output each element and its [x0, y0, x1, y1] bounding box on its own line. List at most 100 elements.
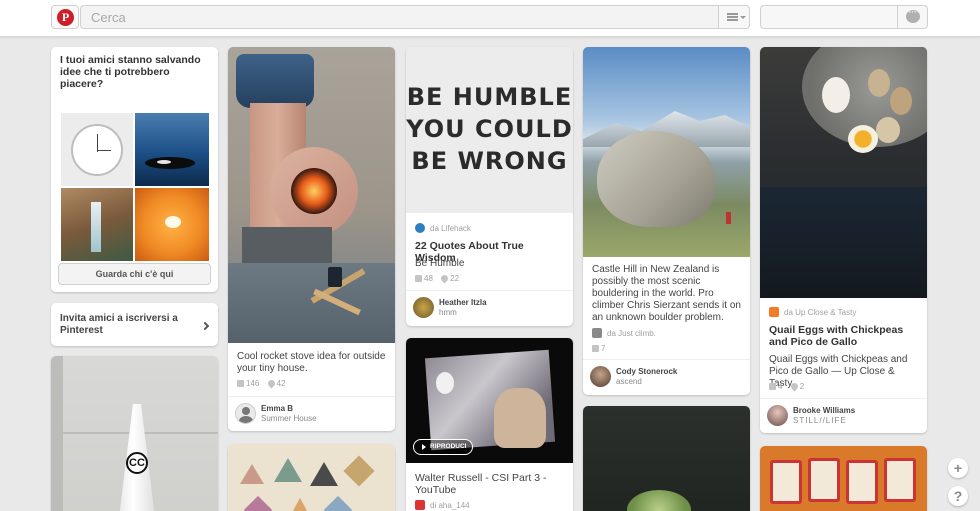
pin-description: Be Humble	[415, 258, 465, 269]
pin-image[interactable]	[583, 47, 750, 257]
pin-image[interactable]	[760, 47, 927, 298]
poster-line: BE HUMBLE	[406, 83, 573, 111]
see-who-button[interactable]: Guarda chi c'è qui	[58, 263, 211, 285]
plus-icon: +	[953, 460, 963, 476]
play-button[interactable]: RIPRODUCI	[413, 439, 473, 455]
pin-rocket-stove[interactable]: Cool rocket stove idea for outside your …	[228, 47, 395, 431]
pin-stats: 4 2	[769, 381, 805, 392]
avatar[interactable]	[413, 297, 434, 318]
avatar[interactable]	[767, 405, 788, 426]
friends-suggestion-card: I tuoi amici stanno salvando idee che ti…	[51, 47, 218, 292]
pin-playing-cards[interactable]	[760, 446, 927, 511]
heart-icon	[789, 381, 800, 392]
repin-count: 48	[424, 274, 433, 283]
pin-image[interactable]	[760, 446, 927, 511]
search-input[interactable]	[91, 6, 711, 28]
friends-suggestion-title: I tuoi amici stanno salvando idee che ti…	[60, 54, 201, 90]
pin-source[interactable]: da Up Close & Tasty	[769, 307, 856, 317]
pinterest-logo-icon: P	[57, 9, 74, 26]
pin-chanel-cone[interactable]: CC	[51, 356, 218, 511]
invite-friends-text: Invita amici a iscriversi a Pinterest	[60, 313, 178, 336]
pin-geometric-chart[interactable]	[228, 444, 395, 511]
pin-image[interactable]: BE HUMBLE YOU COULD BE WRONG	[406, 47, 573, 213]
repin-icon	[415, 275, 422, 282]
source-label: da Just climb.	[607, 329, 656, 338]
poster-line: YOU COULD	[406, 115, 573, 143]
pin-image[interactable]	[228, 47, 395, 343]
search-bar	[80, 5, 750, 29]
pinner-name[interactable]: Emma B	[261, 404, 293, 413]
pin-image[interactable]	[583, 406, 750, 511]
source-thumbnail-icon	[592, 328, 602, 338]
board-name[interactable]: STILL//LIFE	[793, 416, 847, 425]
divider	[228, 396, 395, 397]
pinner-name[interactable]: Heather Itzla	[439, 298, 487, 307]
poster-text: BE HUMBLE YOU COULD BE WRONG	[406, 81, 573, 177]
pin-stats: 146 42	[237, 378, 286, 389]
repin-count: 4	[778, 382, 783, 391]
board-name[interactable]: ascend	[616, 377, 642, 386]
youtube-icon	[415, 500, 425, 510]
food-thumbnail	[135, 188, 209, 261]
pin-source[interactable]: da Lifehack	[415, 223, 471, 233]
source-label: da Up Close & Tasty	[784, 308, 857, 317]
pin-salad[interactable]	[583, 406, 750, 511]
pin-video[interactable]: RIPRODUCI Walter Russell - CSI Part 3 - …	[406, 338, 573, 511]
source-label: da Lifehack	[430, 224, 471, 233]
top-header: P	[0, 0, 980, 37]
invite-friends-card[interactable]: Invita amici a iscriversi a Pinterest	[51, 303, 218, 346]
category-menu-button[interactable]	[718, 6, 749, 28]
pin-stats: 7	[592, 344, 605, 353]
waterfall-thumbnail	[61, 188, 133, 261]
menu-icon	[727, 13, 738, 21]
chevron-right-icon	[200, 321, 210, 331]
avatar[interactable]	[590, 366, 611, 387]
repin-icon	[769, 383, 776, 390]
chevron-down-icon	[740, 16, 746, 19]
pin-title[interactable]: Quail Eggs with Chickpeas and Pico de Ga…	[769, 324, 918, 348]
pin-source[interactable]: di aha_144	[415, 500, 470, 510]
pin-stats: 48 22	[415, 273, 460, 284]
pin-image[interactable]	[228, 444, 395, 511]
chanel-logo-icon: CC	[126, 452, 148, 474]
pin-castle-hill[interactable]: Castle Hill in New Zealand is possibly t…	[583, 47, 750, 395]
up-close-tasty-icon	[769, 307, 779, 317]
board-name[interactable]: hmm	[439, 308, 457, 317]
play-label: RIPRODUCI	[430, 443, 467, 450]
like-count: 42	[276, 379, 286, 388]
divider	[583, 359, 750, 360]
speech-bubble-icon	[906, 6, 920, 23]
pinner-name[interactable]: Brooke Williams	[793, 406, 855, 415]
source-label: di aha_144	[430, 501, 470, 510]
pinner-name[interactable]: Cody Stonerock	[616, 367, 677, 376]
pin-be-humble[interactable]: BE HUMBLE YOU COULD BE WRONG da Lifehack…	[406, 47, 573, 326]
orca-thumbnail	[135, 113, 209, 186]
friends-image-grid[interactable]	[61, 113, 209, 261]
heart-icon	[266, 378, 277, 389]
repin-icon	[592, 345, 599, 352]
pin-video-thumbnail[interactable]: RIPRODUCI	[406, 338, 573, 463]
lifehack-icon	[415, 223, 425, 233]
repin-icon	[237, 380, 244, 387]
pin-description: Cool rocket stove idea for outside your …	[237, 351, 386, 374]
divider	[760, 398, 927, 399]
help-icon: ?	[953, 488, 963, 504]
divider	[406, 290, 573, 291]
poster-line: BE WRONG	[411, 147, 568, 175]
heart-icon	[439, 273, 450, 284]
pin-title[interactable]: Walter Russell - CSI Part 3 - YouTube	[415, 472, 564, 496]
pin-quail-eggs[interactable]: da Up Close & Tasty Quail Eggs with Chic…	[760, 47, 927, 433]
messages-button[interactable]	[897, 6, 927, 28]
repin-count: 7	[601, 344, 606, 353]
help-button[interactable]: ?	[948, 486, 968, 506]
board-name[interactable]: Summer House	[261, 414, 317, 423]
pin-description: Castle Hill in New Zealand is possibly t…	[592, 264, 741, 323]
user-menu[interactable]	[760, 5, 928, 29]
like-count: 2	[799, 382, 805, 391]
like-count: 22	[450, 274, 460, 283]
avatar[interactable]	[235, 403, 256, 424]
add-pin-button[interactable]: +	[948, 458, 968, 478]
pinterest-logo-button[interactable]: P	[51, 5, 79, 29]
pin-image[interactable]: CC	[51, 356, 218, 511]
pin-source[interactable]: da Just climb.	[592, 328, 656, 338]
